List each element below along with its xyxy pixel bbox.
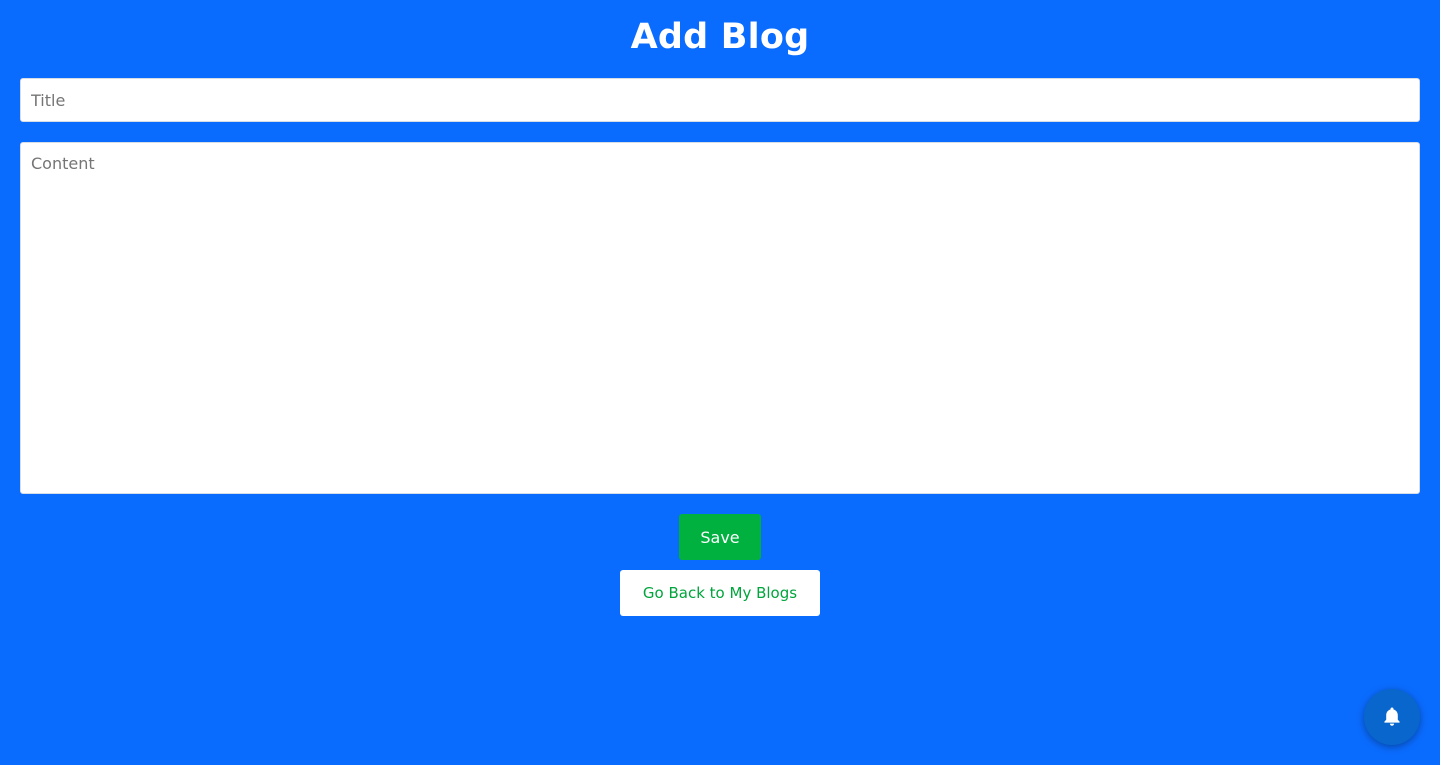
add-blog-page: Add Blog Save Go Back to My Blogs: [0, 0, 1440, 765]
content-textarea[interactable]: [20, 142, 1420, 494]
title-input[interactable]: [20, 78, 1420, 122]
save-button[interactable]: Save: [679, 514, 761, 560]
go-back-button[interactable]: Go Back to My Blogs: [620, 570, 820, 616]
page-title: Add Blog: [630, 17, 810, 57]
notification-button[interactable]: [1364, 689, 1420, 745]
bell-icon: [1384, 707, 1400, 726]
